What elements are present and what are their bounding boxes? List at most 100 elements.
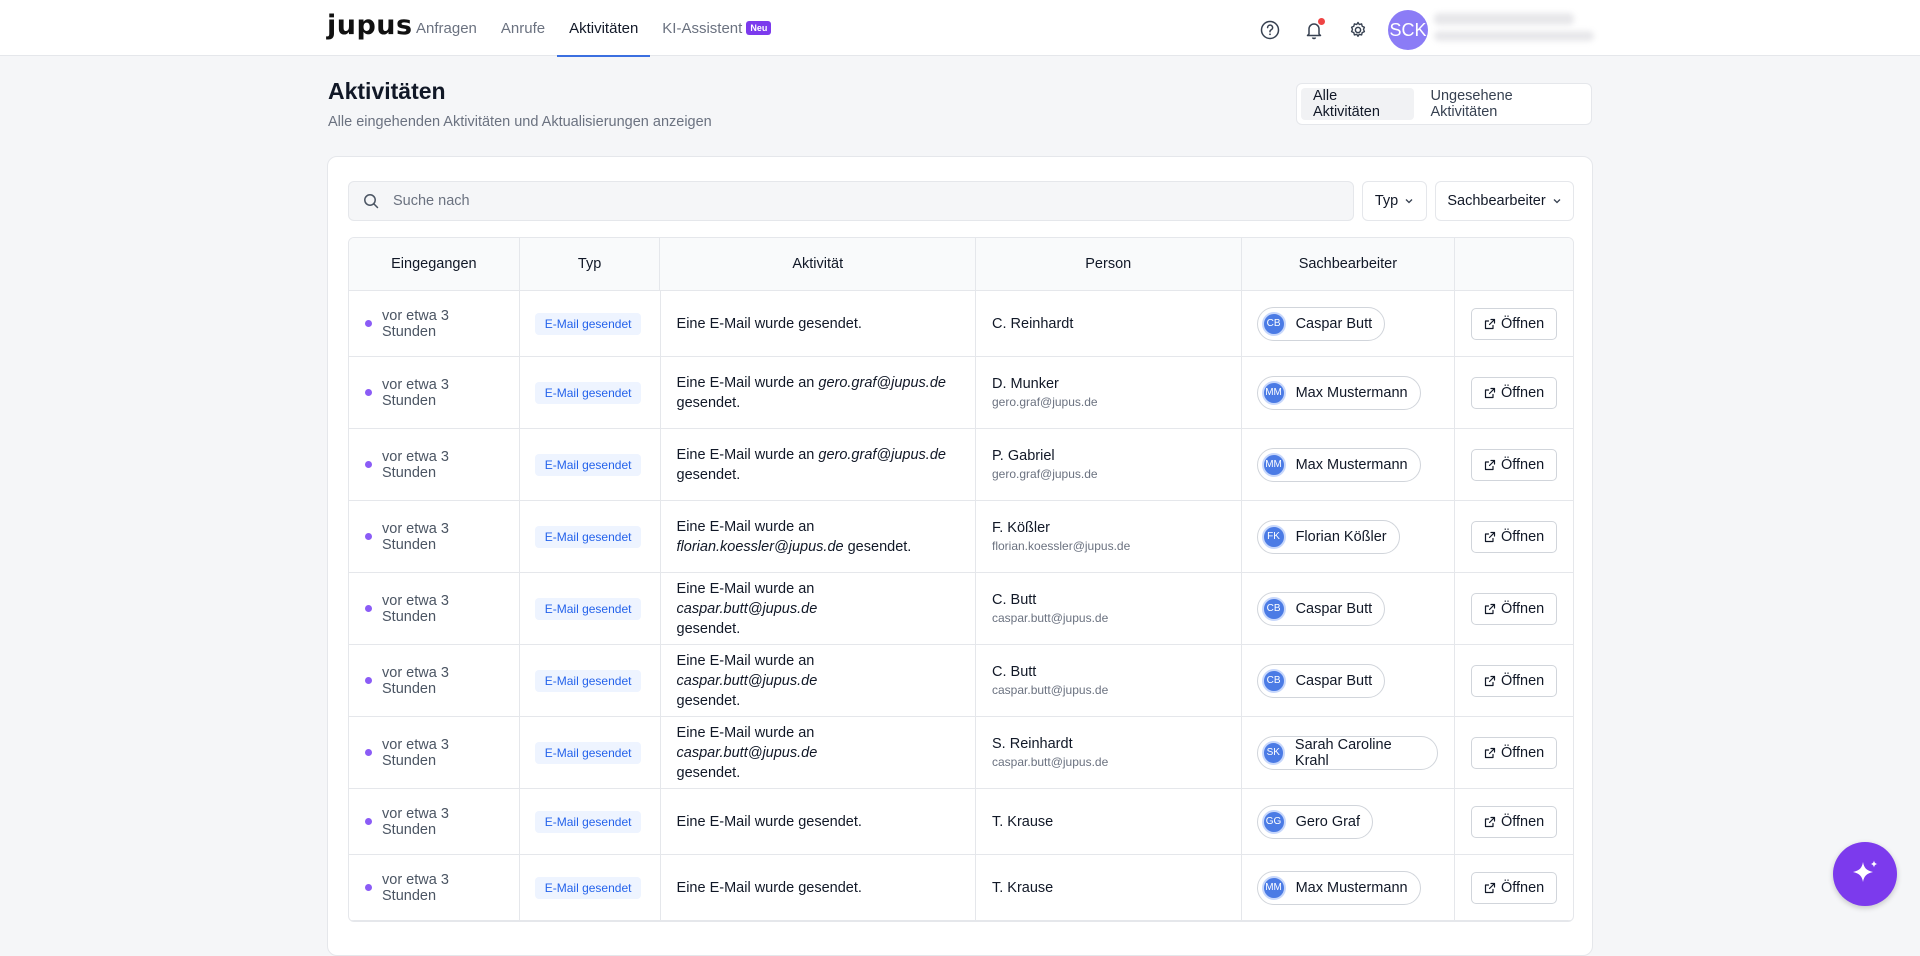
external-link-icon (1484, 816, 1496, 827)
agent-name: Gero Graf (1295, 813, 1361, 830)
received-time: vor etwa 3 Stunden (382, 736, 449, 769)
person-email: caspar.butt@jupus.de (992, 754, 1109, 769)
col-eingegangen[interactable]: Eingegangen (349, 238, 520, 290)
open-button[interactable]: Öffnen (1470, 805, 1558, 838)
agent-cell: MM Max Mustermann (1242, 429, 1456, 500)
all-activities-tab[interactable]: Alle Aktivitäten (1301, 88, 1415, 120)
unseen-activities-tab[interactable]: Ungesehene Aktivitäten (1418, 88, 1587, 120)
col-sachbearbeiter[interactable]: Sachbearbeiter (1242, 238, 1456, 290)
page-subtitle: Alle eingehenden Aktivitäten und Aktuali… (328, 114, 712, 130)
search-input[interactable] (393, 193, 1293, 209)
received-cell: vor etwa 3 Stunden (349, 291, 520, 356)
type-badge: E-Mail gesendet (534, 381, 642, 404)
person-cell: F. Kößler florian.koessler@jupus.de (976, 501, 1242, 572)
jupus-logo[interactable]: jupus (327, 10, 413, 41)
type-cell: E-Mail gesendet (520, 357, 661, 428)
agent-pill[interactable]: GG Gero Graf (1256, 804, 1374, 839)
activity-description: Eine E-Mail wurde gesendet. (677, 314, 862, 334)
received-cell: vor etwa 3 Stunden (349, 429, 520, 500)
nav-ki-assistent[interactable]: KI-Assistent Neu (650, 0, 783, 56)
activity-text-end: gesendet. (676, 394, 741, 411)
chevron-down-icon (1405, 199, 1413, 204)
agent-pill[interactable]: CB Caspar Butt (1256, 591, 1386, 626)
nav-aktivitaeten[interactable]: Aktivitäten (557, 0, 651, 57)
agent-pill[interactable]: MM Max Mustermann (1256, 447, 1421, 482)
person-info: S. Reinhardt caspar.butt@jupus.de (992, 735, 1108, 771)
user-name-blurred (1434, 13, 1599, 43)
table-row[interactable]: vor etwa 3 Stunden E-Mail gesendet Eine E-… (349, 573, 1573, 645)
agent-pill[interactable]: FK Florian Kößler (1256, 519, 1400, 554)
table-row[interactable]: vor etwa 3 Stunden E-Mail gesendet Eine E-… (349, 357, 1573, 429)
activity-cell: Eine E-Mail wurde gesendet. (661, 291, 976, 356)
agent-filter[interactable]: Sachbearbeiter (1435, 181, 1574, 221)
agent-pill[interactable]: SK Sarah Caroline Krahl (1256, 735, 1439, 770)
type-badge: E-Mail gesendet (534, 876, 642, 899)
agent-filter-label: Sachbearbeiter (1447, 193, 1546, 209)
person-cell: C. Butt caspar.butt@jupus.de (976, 645, 1242, 716)
agent-pill[interactable]: CB Caspar Butt (1256, 663, 1386, 698)
open-button[interactable]: Öffnen (1470, 520, 1558, 553)
open-button[interactable]: Öffnen (1470, 376, 1558, 409)
person-name: D. Munker (992, 375, 1059, 392)
table-row[interactable]: vor etwa 3 Stunden E-Mail gesendet Eine E-… (349, 429, 1573, 501)
person-cell: C. Reinhardt (976, 291, 1242, 356)
type-cell: E-Mail gesendet (520, 789, 661, 854)
agent-pill[interactable]: CB Caspar Butt (1256, 306, 1386, 341)
open-button[interactable]: Öffnen (1470, 448, 1558, 481)
open-button[interactable]: Öffnen (1470, 307, 1558, 340)
unseen-dot (365, 389, 372, 396)
nav-anfragen[interactable]: Anfragen (404, 0, 489, 56)
table-row[interactable]: vor etwa 3 Stunden E-Mail gesendet Eine E-… (349, 645, 1573, 717)
agent-avatar: CB (1261, 596, 1286, 621)
col-aktivitaet[interactable]: Aktivität (660, 238, 976, 290)
table-row[interactable]: vor etwa 3 Stunden E-Mail gesendet Eine E-… (349, 501, 1573, 573)
activity-email: florian.koessler@jupus.de (676, 538, 844, 555)
nav-anrufe[interactable]: Anrufe (489, 0, 557, 56)
table-row[interactable]: vor etwa 3 Stunden E-Mail gesendet Eine E-… (349, 717, 1573, 789)
agent-avatar: GG (1261, 809, 1286, 834)
type-cell: E-Mail gesendet (520, 291, 661, 356)
agent-name: Max Mustermann (1295, 384, 1408, 401)
agent-pill[interactable]: MM Max Mustermann (1256, 870, 1421, 905)
received-time: vor etwa 3 Stunden (382, 592, 449, 625)
table-row[interactable]: vor etwa 3 Stunden E-Mail gesendet Eine E-… (349, 291, 1573, 357)
activity-cell: Eine E-Mail wurde an florian.koessler@jup… (661, 501, 976, 572)
person-name: C. Butt (992, 663, 1037, 680)
table-row[interactable]: vor etwa 3 Stunden E-Mail gesendet Eine E-… (349, 789, 1573, 855)
received-cell: vor etwa 3 Stunden (349, 501, 520, 572)
open-button[interactable]: Öffnen (1470, 592, 1558, 625)
open-button[interactable]: Öffnen (1470, 871, 1558, 904)
user-avatar[interactable]: SCK (1388, 10, 1428, 50)
search-box (348, 181, 1354, 221)
agent-cell: CB Caspar Butt (1242, 291, 1456, 356)
ai-assistant-fab[interactable] (1833, 842, 1897, 906)
agent-pill[interactable]: MM Max Mustermann (1256, 375, 1421, 410)
activity-cell: Eine E-Mail wurde an caspar.butt@jupus.d… (661, 645, 976, 716)
activity-text: Eine E-Mail wurde an (676, 580, 815, 597)
activity-description: Eine E-Mail wurde gesendet. (677, 878, 862, 898)
gear-icon[interactable] (1344, 16, 1372, 44)
unseen-dot (365, 461, 372, 468)
activity-text-end: gesendet. (676, 692, 741, 709)
col-person[interactable]: Person (976, 238, 1242, 290)
type-badge: E-Mail gesendet (534, 741, 642, 764)
open-button[interactable]: Öffnen (1470, 736, 1558, 769)
type-cell: E-Mail gesendet (520, 855, 661, 920)
col-typ[interactable]: Typ (520, 238, 661, 290)
received-cell: vor etwa 3 Stunden (349, 573, 520, 644)
received-time: vor etwa 3 Stunden (382, 871, 449, 904)
bell-icon[interactable] (1300, 16, 1328, 44)
type-filter[interactable]: Typ (1362, 181, 1427, 221)
help-icon[interactable] (1256, 16, 1284, 44)
table-row[interactable]: vor etwa 3 Stunden E-Mail gesendet Eine E-… (349, 855, 1573, 921)
external-link-icon (1484, 531, 1496, 542)
type-cell: E-Mail gesendet (520, 429, 661, 500)
external-link-icon (1484, 603, 1496, 614)
top-navbar: jupus Anfragen Anrufe Aktivitäten KI-Ass… (0, 0, 1920, 57)
type-badge: E-Mail gesendet (534, 597, 642, 620)
activity-text-end: gesendet. (676, 620, 741, 637)
unseen-dot (365, 818, 372, 825)
person-info: P. Gabriel gero.graf@jupus.de (992, 447, 1098, 483)
open-button[interactable]: Öffnen (1470, 664, 1558, 697)
open-label: Öffnen (1500, 315, 1545, 332)
